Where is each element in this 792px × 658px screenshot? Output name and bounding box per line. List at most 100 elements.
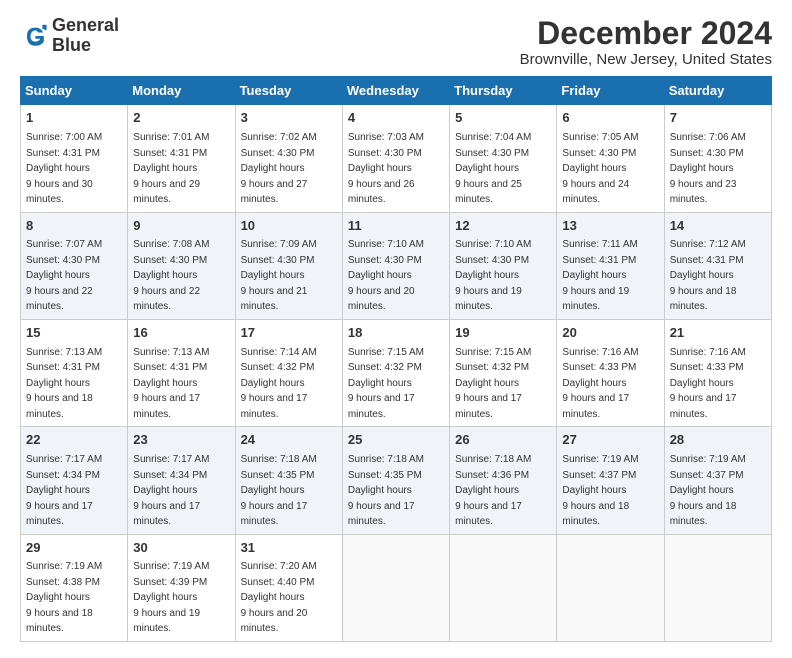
day-number: 7	[670, 109, 766, 128]
day-number: 14	[670, 217, 766, 236]
day-info: Sunrise: 7:10 AMSunset: 4:30 PMDaylight …	[455, 239, 531, 312]
day-info: Sunrise: 7:03 AMSunset: 4:30 PMDaylight …	[348, 132, 424, 205]
day-info: Sunrise: 7:07 AMSunset: 4:30 PMDaylight …	[26, 239, 102, 312]
day-cell: 5 Sunrise: 7:04 AMSunset: 4:30 PMDayligh…	[450, 105, 557, 212]
day-cell: 18 Sunrise: 7:15 AMSunset: 4:32 PMDaylig…	[342, 319, 449, 426]
calendar-header: SundayMondayTuesdayWednesdayThursdayFrid…	[21, 77, 772, 105]
day-cell: 12 Sunrise: 7:10 AMSunset: 4:30 PMDaylig…	[450, 212, 557, 319]
day-info: Sunrise: 7:09 AMSunset: 4:30 PMDaylight …	[241, 239, 317, 312]
day-cell: 2 Sunrise: 7:01 AMSunset: 4:31 PMDayligh…	[128, 105, 235, 212]
header-cell-tuesday: Tuesday	[235, 77, 342, 105]
header-cell-sunday: Sunday	[21, 77, 128, 105]
logo-icon	[20, 22, 48, 50]
header-cell-saturday: Saturday	[664, 77, 771, 105]
day-number: 19	[455, 324, 551, 343]
day-number: 1	[26, 109, 122, 128]
header-cell-wednesday: Wednesday	[342, 77, 449, 105]
day-info: Sunrise: 7:17 AMSunset: 4:34 PMDaylight …	[26, 454, 102, 527]
day-info: Sunrise: 7:14 AMSunset: 4:32 PMDaylight …	[241, 347, 317, 420]
day-cell: 7 Sunrise: 7:06 AMSunset: 4:30 PMDayligh…	[664, 105, 771, 212]
day-info: Sunrise: 7:19 AMSunset: 4:38 PMDaylight …	[26, 561, 102, 634]
day-cell: 3 Sunrise: 7:02 AMSunset: 4:30 PMDayligh…	[235, 105, 342, 212]
day-info: Sunrise: 7:02 AMSunset: 4:30 PMDaylight …	[241, 132, 317, 205]
day-cell	[450, 534, 557, 641]
day-cell: 6 Sunrise: 7:05 AMSunset: 4:30 PMDayligh…	[557, 105, 664, 212]
calendar-title: December 2024	[520, 16, 772, 51]
day-info: Sunrise: 7:06 AMSunset: 4:30 PMDaylight …	[670, 132, 746, 205]
logo-line1: General	[52, 16, 119, 36]
day-number: 2	[133, 109, 229, 128]
day-cell: 25 Sunrise: 7:18 AMSunset: 4:35 PMDaylig…	[342, 427, 449, 534]
day-cell: 10 Sunrise: 7:09 AMSunset: 4:30 PMDaylig…	[235, 212, 342, 319]
calendar-subtitle: Brownville, New Jersey, United States	[520, 51, 772, 68]
day-cell: 16 Sunrise: 7:13 AMSunset: 4:31 PMDaylig…	[128, 319, 235, 426]
day-cell: 14 Sunrise: 7:12 AMSunset: 4:31 PMDaylig…	[664, 212, 771, 319]
day-info: Sunrise: 7:19 AMSunset: 4:37 PMDaylight …	[562, 454, 638, 527]
day-cell: 23 Sunrise: 7:17 AMSunset: 4:34 PMDaylig…	[128, 427, 235, 534]
day-number: 23	[133, 431, 229, 450]
day-info: Sunrise: 7:13 AMSunset: 4:31 PMDaylight …	[26, 347, 102, 420]
day-info: Sunrise: 7:18 AMSunset: 4:36 PMDaylight …	[455, 454, 531, 527]
day-info: Sunrise: 7:20 AMSunset: 4:40 PMDaylight …	[241, 561, 317, 634]
day-cell: 17 Sunrise: 7:14 AMSunset: 4:32 PMDaylig…	[235, 319, 342, 426]
day-number: 25	[348, 431, 444, 450]
week-row-1: 1 Sunrise: 7:00 AMSunset: 4:31 PMDayligh…	[21, 105, 772, 212]
header-cell-thursday: Thursday	[450, 77, 557, 105]
day-number: 30	[133, 539, 229, 558]
day-cell: 8 Sunrise: 7:07 AMSunset: 4:30 PMDayligh…	[21, 212, 128, 319]
day-number: 10	[241, 217, 337, 236]
week-row-2: 8 Sunrise: 7:07 AMSunset: 4:30 PMDayligh…	[21, 212, 772, 319]
day-number: 28	[670, 431, 766, 450]
day-number: 9	[133, 217, 229, 236]
day-info: Sunrise: 7:17 AMSunset: 4:34 PMDaylight …	[133, 454, 209, 527]
day-cell: 20 Sunrise: 7:16 AMSunset: 4:33 PMDaylig…	[557, 319, 664, 426]
day-info: Sunrise: 7:16 AMSunset: 4:33 PMDaylight …	[670, 347, 746, 420]
day-number: 26	[455, 431, 551, 450]
day-cell: 13 Sunrise: 7:11 AMSunset: 4:31 PMDaylig…	[557, 212, 664, 319]
day-info: Sunrise: 7:16 AMSunset: 4:33 PMDaylight …	[562, 347, 638, 420]
day-number: 29	[26, 539, 122, 558]
day-cell	[557, 534, 664, 641]
day-info: Sunrise: 7:11 AMSunset: 4:31 PMDaylight …	[562, 239, 637, 312]
day-number: 12	[455, 217, 551, 236]
day-info: Sunrise: 7:01 AMSunset: 4:31 PMDaylight …	[133, 132, 209, 205]
day-info: Sunrise: 7:10 AMSunset: 4:30 PMDaylight …	[348, 239, 424, 312]
day-info: Sunrise: 7:15 AMSunset: 4:32 PMDaylight …	[455, 347, 531, 420]
day-cell: 28 Sunrise: 7:19 AMSunset: 4:37 PMDaylig…	[664, 427, 771, 534]
day-number: 4	[348, 109, 444, 128]
week-row-5: 29 Sunrise: 7:19 AMSunset: 4:38 PMDaylig…	[21, 534, 772, 641]
day-info: Sunrise: 7:12 AMSunset: 4:31 PMDaylight …	[670, 239, 746, 312]
day-cell: 29 Sunrise: 7:19 AMSunset: 4:38 PMDaylig…	[21, 534, 128, 641]
day-number: 13	[562, 217, 658, 236]
day-cell: 11 Sunrise: 7:10 AMSunset: 4:30 PMDaylig…	[342, 212, 449, 319]
day-cell: 21 Sunrise: 7:16 AMSunset: 4:33 PMDaylig…	[664, 319, 771, 426]
day-number: 3	[241, 109, 337, 128]
day-info: Sunrise: 7:19 AMSunset: 4:37 PMDaylight …	[670, 454, 746, 527]
header-cell-monday: Monday	[128, 77, 235, 105]
day-number: 20	[562, 324, 658, 343]
day-number: 8	[26, 217, 122, 236]
day-cell: 19 Sunrise: 7:15 AMSunset: 4:32 PMDaylig…	[450, 319, 557, 426]
header-cell-friday: Friday	[557, 77, 664, 105]
day-number: 21	[670, 324, 766, 343]
logo-text: General Blue	[52, 16, 119, 56]
day-info: Sunrise: 7:05 AMSunset: 4:30 PMDaylight …	[562, 132, 638, 205]
day-number: 11	[348, 217, 444, 236]
day-info: Sunrise: 7:13 AMSunset: 4:31 PMDaylight …	[133, 347, 209, 420]
header-row: SundayMondayTuesdayWednesdayThursdayFrid…	[21, 77, 772, 105]
day-number: 6	[562, 109, 658, 128]
day-info: Sunrise: 7:04 AMSunset: 4:30 PMDaylight …	[455, 132, 531, 205]
title-block: December 2024 Brownville, New Jersey, Un…	[520, 16, 772, 68]
day-number: 18	[348, 324, 444, 343]
week-row-4: 22 Sunrise: 7:17 AMSunset: 4:34 PMDaylig…	[21, 427, 772, 534]
day-info: Sunrise: 7:19 AMSunset: 4:39 PMDaylight …	[133, 561, 209, 634]
day-cell: 15 Sunrise: 7:13 AMSunset: 4:31 PMDaylig…	[21, 319, 128, 426]
day-number: 15	[26, 324, 122, 343]
day-info: Sunrise: 7:08 AMSunset: 4:30 PMDaylight …	[133, 239, 209, 312]
day-number: 17	[241, 324, 337, 343]
day-number: 5	[455, 109, 551, 128]
day-info: Sunrise: 7:15 AMSunset: 4:32 PMDaylight …	[348, 347, 424, 420]
week-row-3: 15 Sunrise: 7:13 AMSunset: 4:31 PMDaylig…	[21, 319, 772, 426]
calendar-body: 1 Sunrise: 7:00 AMSunset: 4:31 PMDayligh…	[21, 105, 772, 642]
day-number: 22	[26, 431, 122, 450]
